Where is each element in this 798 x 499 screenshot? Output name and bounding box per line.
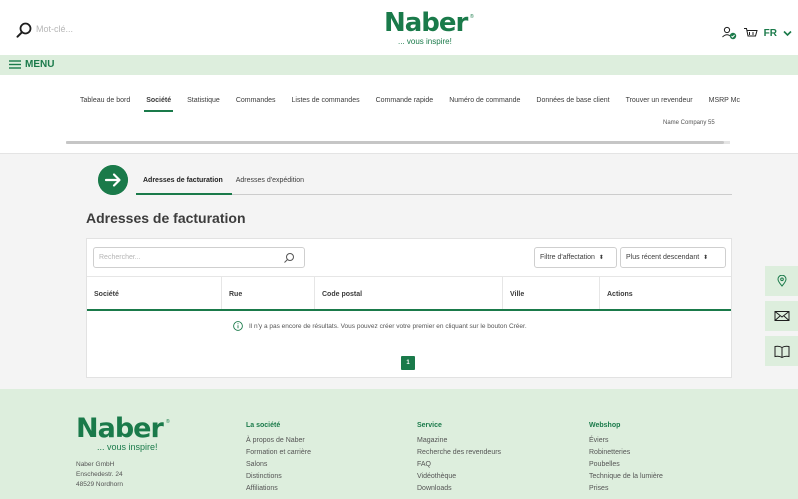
nav-tableau-de-bord[interactable]: Tableau de bord bbox=[80, 97, 130, 104]
select-arrows-icon: ⬍ bbox=[598, 255, 604, 261]
page-title: Adresses de facturation bbox=[86, 210, 246, 226]
tab-adresses-de-facturation[interactable]: Adresses de facturation bbox=[143, 177, 223, 184]
footer-logo[interactable]: Naber ® ... vous inspire! bbox=[76, 415, 176, 455]
nav-commande-rapide[interactable]: Commande rapide bbox=[376, 97, 434, 104]
header-actions: FR bbox=[721, 26, 792, 40]
sort-select[interactable]: Plus récent descendant ⬍ bbox=[620, 247, 726, 268]
footer-heading: Service bbox=[417, 422, 442, 429]
nav-trouver-un-revendeur[interactable]: Trouver un revendeur bbox=[626, 97, 693, 104]
nav-numero-de-commande[interactable]: Numéro de commande bbox=[449, 97, 520, 104]
footer-column-service: Service Magazine Recherche des revendeur… bbox=[417, 422, 501, 495]
menu-label: MENU bbox=[25, 59, 55, 70]
menu-button[interactable]: MENU bbox=[9, 59, 54, 70]
site-footer: Naber ® ... vous inspire! Naber GmbH Ens… bbox=[0, 389, 798, 499]
book-icon bbox=[774, 345, 789, 358]
nav-listes-de-commandes[interactable]: Listes de commandes bbox=[292, 97, 360, 104]
info-icon bbox=[233, 321, 243, 331]
sort-value: Plus récent descendant bbox=[626, 254, 700, 261]
search-icon[interactable] bbox=[16, 22, 32, 38]
addresses-table-panel: Rechercher... Filtre d'affectation ⬍ Plus… bbox=[86, 238, 732, 378]
nav-scrollbar[interactable] bbox=[66, 141, 730, 144]
footer-link[interactable]: Downloads bbox=[417, 483, 501, 495]
address-line: Enschedestr. 24 bbox=[76, 471, 123, 478]
column-divider bbox=[221, 277, 222, 310]
footer-link[interactable]: Vidéothèque bbox=[417, 471, 501, 483]
side-button-contact[interactable] bbox=[765, 301, 798, 331]
footer-link[interactable]: Formation et carrière bbox=[246, 447, 311, 459]
address-line: 48529 Nordhorn bbox=[76, 481, 123, 488]
site-header: Mot-clé... Naber ® ... vous inspire! FR bbox=[0, 0, 798, 55]
column-divider bbox=[314, 277, 315, 310]
footer-link[interactable]: Recherche des revendeurs bbox=[417, 447, 501, 459]
column-header-actions: Actions bbox=[607, 291, 633, 298]
logo-tagline: ... vous inspire! bbox=[398, 37, 452, 46]
side-button-dealer-locator[interactable] bbox=[765, 266, 798, 296]
search-icon[interactable] bbox=[283, 252, 295, 264]
footer-column-societe: La société À propos de Naber Formation e… bbox=[246, 422, 311, 495]
arrow-right-icon[interactable] bbox=[98, 165, 128, 195]
footer-heading: La société bbox=[246, 422, 281, 429]
naber-logo[interactable]: Naber ® ... vous inspire! bbox=[384, 10, 476, 50]
empty-state-message: Il n'y a pas encore de résultats. Vous p… bbox=[249, 322, 527, 330]
language-selector[interactable]: FR bbox=[764, 28, 777, 39]
nav-scrollbar-thumb[interactable] bbox=[66, 141, 724, 144]
empty-state: Il n'y a pas encore de résultats. Vous p… bbox=[233, 321, 527, 331]
tab-adresses-d-expedition[interactable]: Adresses d'expédition bbox=[236, 177, 304, 184]
pagination-page-button[interactable]: 1 bbox=[401, 356, 415, 370]
column-header-societe[interactable]: Société bbox=[94, 291, 119, 298]
footer-logo-registered-mark: ® bbox=[166, 419, 170, 425]
nav-donnees-de-base-client[interactable]: Données de base client bbox=[536, 97, 609, 104]
column-header-rue[interactable]: Rue bbox=[229, 291, 242, 298]
table-search-input[interactable]: Rechercher... bbox=[93, 247, 305, 268]
company-name: Name Company 55 bbox=[663, 120, 715, 126]
column-divider bbox=[599, 277, 600, 310]
address-line: Naber GmbH bbox=[76, 461, 115, 468]
side-button-catalog[interactable] bbox=[765, 336, 798, 366]
select-arrows-icon: ⬍ bbox=[703, 255, 709, 261]
logo-registered-mark: ® bbox=[470, 14, 474, 20]
nav-commandes[interactable]: Commandes bbox=[236, 97, 276, 104]
footer-link[interactable]: Prises bbox=[589, 483, 663, 495]
account-nav-items: Tableau de bord Société Statistique Comm… bbox=[80, 97, 740, 112]
nav-societe[interactable]: Société bbox=[144, 97, 174, 112]
table-search-placeholder: Rechercher... bbox=[99, 254, 141, 261]
filter-assignment-value: Filtre d'affectation bbox=[540, 254, 595, 261]
table-header-underline bbox=[87, 309, 731, 311]
cart-icon[interactable] bbox=[743, 27, 758, 40]
search-input[interactable]: Mot-clé... bbox=[36, 24, 73, 34]
footer-link[interactable]: Magazine bbox=[417, 435, 501, 447]
footer-link[interactable]: Affiliations bbox=[246, 483, 311, 495]
nav-statistique[interactable]: Statistique bbox=[187, 97, 220, 104]
column-divider bbox=[502, 277, 503, 310]
footer-link[interactable]: Éviers bbox=[589, 435, 663, 447]
address-tabs: Adresses de facturation Adresses d'expéd… bbox=[143, 177, 304, 184]
active-tab-indicator bbox=[136, 193, 232, 195]
footer-link[interactable]: Technique de la lumière bbox=[589, 471, 663, 483]
menu-bar: MENU bbox=[0, 55, 798, 75]
footer-link[interactable]: À propos de Naber bbox=[246, 435, 311, 447]
footer-link[interactable]: Salons bbox=[246, 459, 311, 471]
filter-assignment-select[interactable]: Filtre d'affectation ⬍ bbox=[534, 247, 617, 268]
table-header: Société Rue Code postal Ville Actions bbox=[87, 276, 731, 310]
footer-link[interactable]: FAQ bbox=[417, 459, 501, 471]
column-header-ville[interactable]: Ville bbox=[510, 291, 524, 298]
footer-logo-wordmark: Naber bbox=[76, 413, 164, 444]
nav-msrp[interactable]: MSRP Mc bbox=[709, 97, 740, 104]
footer-heading: Webshop bbox=[589, 422, 621, 429]
footer-logo-tagline: ... vous inspire! bbox=[97, 442, 158, 452]
account-navigation: Tableau de bord Société Statistique Comm… bbox=[0, 75, 798, 153]
hamburger-icon bbox=[9, 60, 21, 69]
footer-link[interactable]: Robinetteries bbox=[589, 447, 663, 459]
company-address: Naber GmbH Enschedestr. 24 48529 Nordhor… bbox=[76, 460, 123, 490]
mail-icon bbox=[774, 311, 789, 321]
user-check-icon[interactable] bbox=[721, 26, 737, 40]
column-header-code-postal[interactable]: Code postal bbox=[322, 291, 362, 298]
location-pin-icon bbox=[776, 275, 787, 287]
footer-column-webshop: Webshop Éviers Robinetteries Poubelles T… bbox=[589, 422, 663, 495]
footer-link[interactable]: Poubelles bbox=[589, 459, 663, 471]
main-content: Adresses de facturation Adresses d'expéd… bbox=[0, 153, 798, 389]
chevron-down-icon[interactable] bbox=[783, 30, 792, 37]
logo-wordmark: Naber bbox=[384, 8, 468, 38]
footer-link[interactable]: Distinctions bbox=[246, 471, 311, 483]
